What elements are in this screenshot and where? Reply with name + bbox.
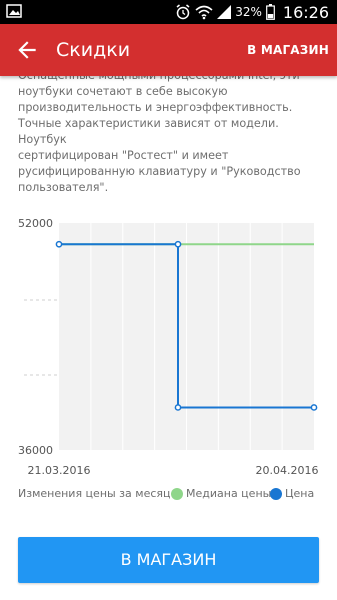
price-chart: 52000 36000 21.03.2016 20.04.2016 [0,205,337,475]
image-icon [6,4,22,18]
chart-legend: Изменения цены за месяц Медиана цены Цен… [0,485,337,503]
wifi-icon [195,5,213,20]
description-line: ноутбуки сочетают в себе высокую [18,85,228,98]
description-line: производительность и энергоэффективность… [18,101,293,114]
data-point [310,404,318,411]
legend-price-label: Цена [285,487,315,500]
clock: 16:26 [282,2,329,22]
legend-median-swatch [171,488,183,500]
description-line: русифицированную клавиатуру и "Руководст… [18,165,301,178]
legend-median-label: Медиана цены [186,487,272,500]
page-title: Скидки [56,39,131,61]
signal-icon [217,5,232,19]
legend-price-swatch [270,488,282,500]
description-line: сертифицирован "Ростест" и имеет [18,149,229,162]
x-tick-label: 21.03.2016 [28,464,91,475]
x-tick-label: 20.04.2016 [256,464,319,475]
alarm-icon [176,4,190,20]
status-icons: 32% 16:26 [175,2,329,22]
battery-icon [265,4,275,20]
battery-percent: 32% [235,5,262,19]
price-chart-svg: 52000 36000 21.03.2016 20.04.2016 [18,217,319,475]
status-bar: 32% 16:26 [0,0,337,24]
data-point [174,404,182,411]
go-to-shop-button[interactable]: В МАГАЗИН [18,537,319,583]
shop-button[interactable]: В МАГАЗИН [247,41,329,59]
y-tick-label: 36000 [18,444,53,457]
description-line: пользователя". [18,181,109,194]
legend-caption: Изменения цены за месяц [18,487,171,500]
y-tick-label: 52000 [18,217,53,230]
data-point [174,240,182,248]
product-description: Оснащенные мощными процессорами Intel, э… [18,68,323,196]
description-line: Точные характеристики зависят от модели.… [18,117,279,146]
app-bar: Скидки В МАГАЗИН [0,24,337,76]
back-arrow-icon[interactable] [14,37,40,63]
data-point [55,240,63,248]
